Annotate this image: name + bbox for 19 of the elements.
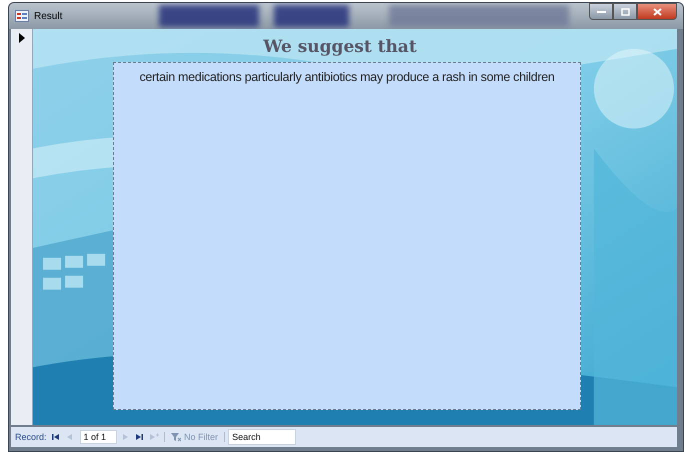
new-record-icon <box>150 433 160 441</box>
maximize-icon <box>620 8 630 16</box>
form-heading: We suggest that <box>262 37 418 57</box>
window-title: Result <box>34 10 62 22</box>
record-position-field[interactable]: 1 of 1 <box>80 430 118 444</box>
previous-record-icon <box>66 433 75 441</box>
minimize-icon <box>596 10 606 14</box>
text-box[interactable]: certain medications particularly antibiotics may produce a rash in some children <box>113 62 581 410</box>
first-record-icon <box>52 433 61 441</box>
close-button[interactable] <box>637 3 677 20</box>
funnel-icon <box>171 432 182 442</box>
minimize-button[interactable] <box>589 3 613 20</box>
search-field[interactable]: Search <box>228 429 296 445</box>
form-icon <box>15 10 29 22</box>
current-record-icon <box>18 33 24 43</box>
record-label: Record: <box>15 432 47 442</box>
close-icon <box>652 8 662 16</box>
last-record-icon <box>136 433 146 441</box>
maximize-button[interactable] <box>613 3 637 20</box>
